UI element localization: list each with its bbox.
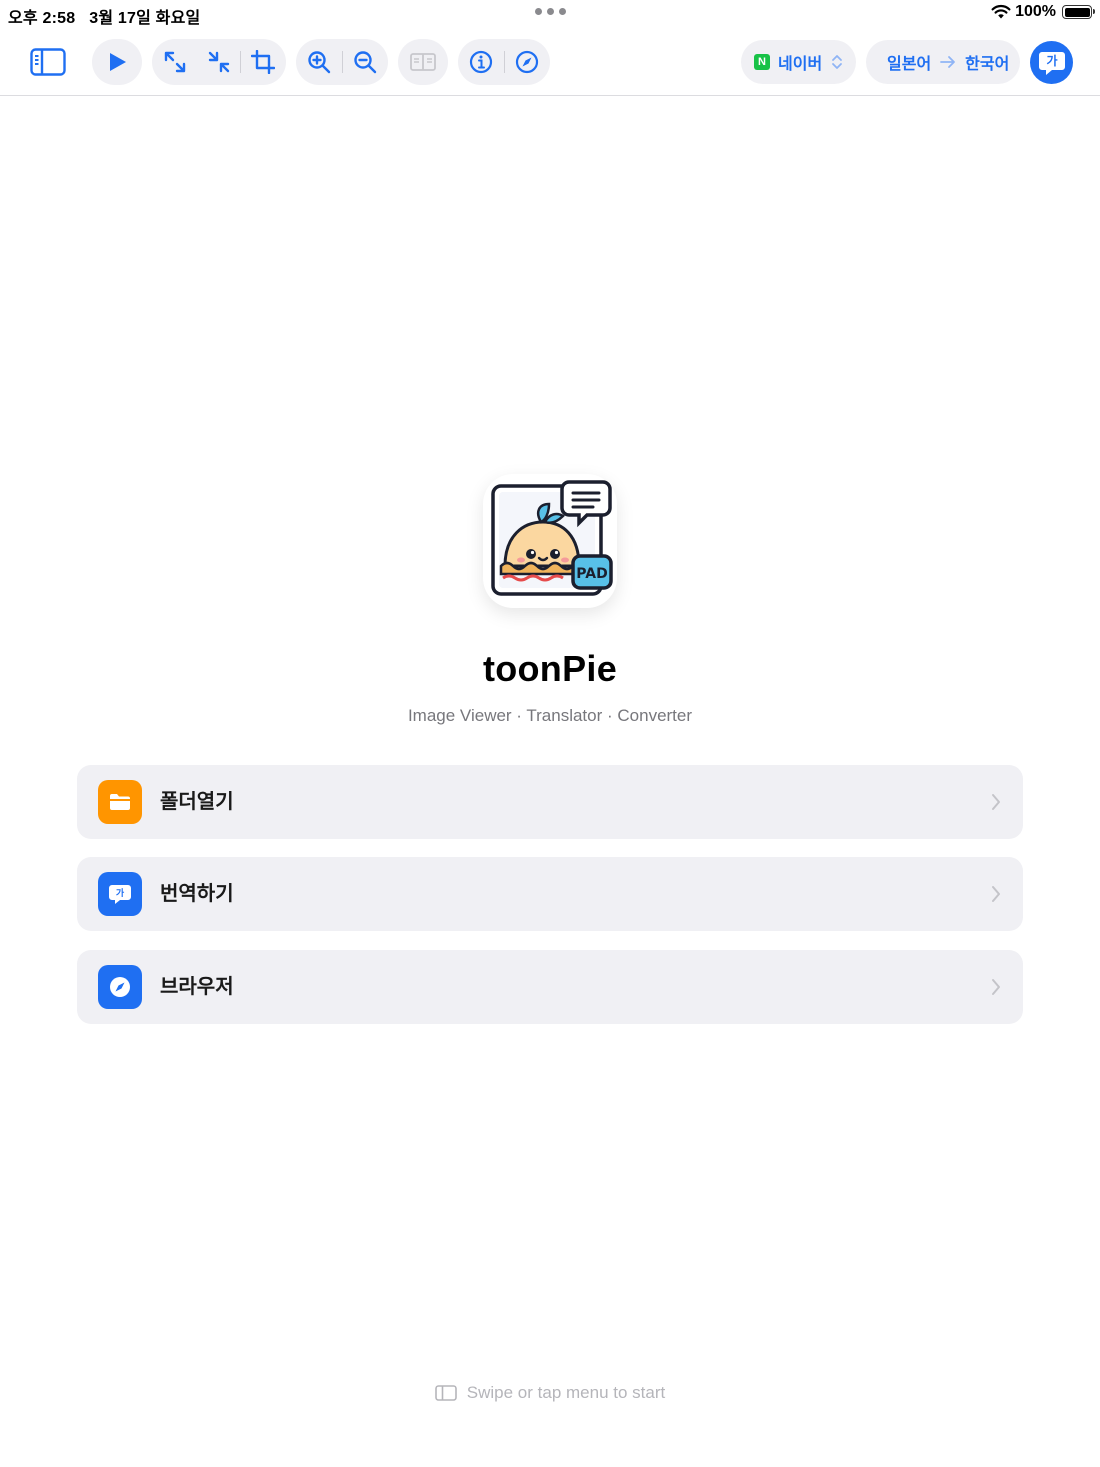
play-button[interactable]	[92, 39, 142, 85]
status-right: 100%	[991, 3, 1095, 21]
source-language: 일본어	[887, 56, 932, 73]
info-browser-group	[458, 39, 550, 85]
zoom-out-button[interactable]	[343, 39, 387, 85]
browser-button[interactable]	[505, 39, 549, 85]
engine-label: 네이버	[778, 56, 823, 73]
chevron-right-icon	[992, 886, 1000, 902]
status-time-date: 오후 2:58 3월 17일 화요일	[8, 10, 201, 27]
translate-button[interactable]: 가	[1030, 41, 1073, 84]
menu-item-label: 브라우저	[160, 976, 234, 998]
naver-badge-icon: N	[754, 54, 770, 70]
sidebar-hint-icon	[434, 1385, 457, 1401]
battery-icon	[1062, 5, 1095, 19]
pad-badge-label: PAD	[576, 566, 607, 582]
toolbar-divider	[0, 95, 1100, 96]
wifi-icon	[991, 4, 1011, 19]
arrow-right-icon	[940, 56, 956, 68]
translate-icon-glyph: 가	[116, 887, 125, 899]
info-icon	[469, 50, 493, 74]
multitasking-dots-icon[interactable]	[535, 8, 566, 15]
menu-item-translate[interactable]: 가 번역하기	[77, 857, 1023, 931]
toonpie-logo-icon: PAD	[491, 480, 613, 596]
folder-icon	[98, 780, 142, 824]
translate-icon: 가	[98, 872, 142, 916]
crop-button[interactable]	[241, 39, 285, 85]
zoom-in-icon	[308, 51, 331, 74]
crop-icon	[251, 50, 275, 74]
compass-icon	[515, 50, 539, 74]
target-language: 한국어	[965, 56, 1010, 73]
language-direction-selector[interactable]: 일본어 한국어	[866, 40, 1020, 84]
app-icon: PAD	[483, 474, 617, 608]
dual-page-icon	[410, 53, 436, 71]
menu-item-label: 폴더열기	[160, 791, 234, 813]
chevron-right-icon	[992, 794, 1000, 810]
expand-icon	[164, 51, 186, 73]
footer-hint-text: Swipe or tap menu to start	[466, 1383, 666, 1402]
menu-item-label: 번역하기	[160, 883, 234, 905]
shrink-icon	[208, 51, 230, 73]
translate-button-label: 가	[1046, 53, 1057, 68]
app-title: toonPie	[482, 648, 618, 689]
dual-page-button[interactable]	[398, 39, 448, 85]
app-tagline: Image Viewer · Translator · Converter	[407, 706, 693, 725]
sidebar-icon	[30, 48, 66, 76]
footer-hint: Swipe or tap menu to start	[0, 1383, 1100, 1403]
compass-icon	[98, 965, 142, 1009]
zoom-group	[296, 39, 388, 85]
expand-button[interactable]	[152, 39, 198, 85]
toolbar: N 네이버 일본어 한국어 가	[0, 36, 1100, 88]
info-button[interactable]	[458, 39, 504, 85]
zoom-out-icon	[354, 51, 377, 74]
shrink-button[interactable]	[198, 39, 240, 85]
status-bar: 오후 2:58 3월 17일 화요일 100%	[0, 0, 1100, 28]
play-icon	[110, 53, 126, 71]
engine-selector[interactable]: N 네이버	[741, 40, 856, 84]
chevron-right-icon	[992, 979, 1000, 995]
sidebar-toggle-button[interactable]	[28, 45, 68, 79]
zoom-in-button[interactable]	[296, 39, 342, 85]
menu-item-browser[interactable]: 브라우저	[77, 950, 1023, 1024]
fit-tools-group	[152, 39, 286, 85]
translate-bubble-icon: 가	[1038, 51, 1065, 75]
chevron-up-down-icon	[832, 55, 843, 69]
menu-item-open-folder[interactable]: 폴더열기	[77, 765, 1023, 839]
battery-percent: 100%	[1015, 3, 1056, 20]
